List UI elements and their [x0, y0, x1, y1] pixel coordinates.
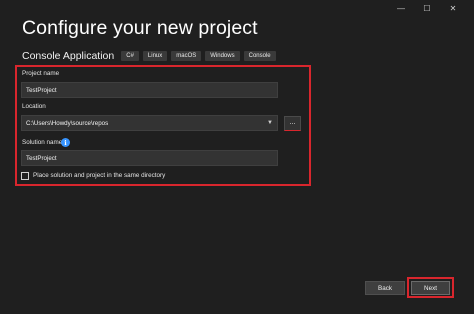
location-combobox[interactable]: C:\Users\Howdy\source\repos ▼ — [21, 115, 278, 131]
close-button[interactable]: ✕ — [440, 3, 466, 15]
template-summary: Console Application C# Linux macOS Windo… — [22, 50, 280, 62]
minimize-button[interactable]: — — [388, 3, 414, 15]
page-title: Configure your new project — [22, 17, 258, 39]
tag-windows: Windows — [205, 51, 240, 61]
same-directory-label[interactable]: Place solution and project in the same d… — [33, 172, 165, 179]
window-controls: — ☐ ✕ — [388, 3, 466, 15]
browse-button[interactable]: ... — [284, 116, 301, 131]
chevron-down-icon[interactable]: ▼ — [267, 120, 273, 126]
project-name-label: Project name — [22, 70, 60, 77]
info-icon[interactable]: i — [61, 138, 70, 147]
location-label: Location — [22, 103, 46, 110]
tag-linux: Linux — [142, 51, 168, 61]
tag-csharp: C# — [121, 51, 139, 61]
maximize-button[interactable]: ☐ — [414, 3, 440, 15]
same-directory-checkbox[interactable] — [21, 172, 29, 180]
next-button[interactable]: Next — [411, 281, 450, 295]
solution-name-input[interactable]: TestProject — [21, 150, 278, 166]
app-type-label: Console Application — [22, 50, 115, 62]
location-value: C:\Users\Howdy\source\repos — [26, 119, 109, 127]
project-name-input[interactable]: TestProject — [21, 82, 278, 98]
back-button[interactable]: Back — [365, 281, 405, 295]
tag-console: Console — [243, 51, 276, 61]
solution-name-label: Solution name — [22, 139, 63, 146]
tag-macos: macOS — [171, 51, 202, 61]
